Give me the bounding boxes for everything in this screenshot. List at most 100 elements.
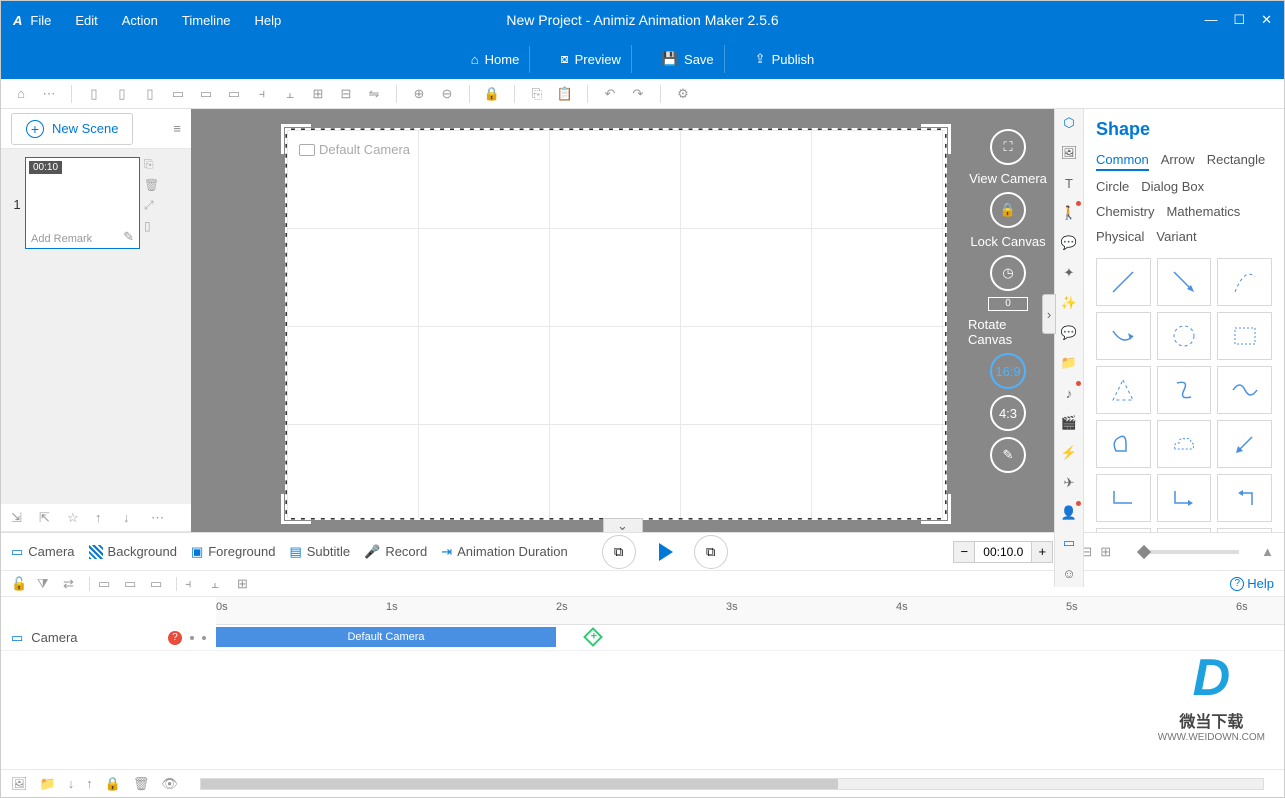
plane-tool-icon[interactable]: ✈ — [1059, 473, 1079, 493]
shape-curve-arrow2[interactable] — [1217, 528, 1272, 532]
magic-tool-icon[interactable]: ✨ — [1059, 293, 1079, 313]
shape-wave[interactable] — [1217, 366, 1272, 414]
tl-icon2[interactable]: ⊞ — [1100, 544, 1111, 560]
shape-tool-icon[interactable]: ⬡ — [1059, 113, 1079, 133]
shape-turn-arrow[interactable] — [1217, 474, 1272, 522]
dist-h-icon[interactable]: ⫞ — [252, 84, 272, 104]
background-prop[interactable]: Background — [89, 544, 177, 559]
lock-canvas-button[interactable]: 🔒 — [990, 192, 1026, 228]
tab-chemistry[interactable]: Chemistry — [1096, 204, 1155, 221]
flash-tool-icon[interactable]: ⚡ — [1059, 443, 1079, 463]
scene-options-icon[interactable]: ≡ — [173, 121, 181, 136]
image-tool-icon[interactable]: 🖼 — [1059, 143, 1079, 163]
new-scene-button[interactable]: +New Scene — [11, 113, 133, 145]
expand-scene-icon[interactable]: ⤢ — [144, 198, 162, 213]
tl-link-icon[interactable]: ⇄ — [63, 576, 81, 592]
shape-curve1[interactable] — [1096, 528, 1151, 532]
star-icon[interactable]: ☆ — [67, 510, 85, 526]
align-middle-icon[interactable]: ▭ — [196, 84, 216, 104]
lock-icon[interactable]: 🔒 — [482, 84, 502, 104]
zoom-in-icon[interactable]: ⊕ — [409, 84, 429, 104]
up-icon[interactable]: ↑ — [95, 510, 113, 525]
callout-tool-icon[interactable]: 💬 — [1059, 233, 1079, 253]
align-right-icon[interactable]: ▯ — [140, 84, 160, 104]
tl-dist3-icon[interactable]: ⊞ — [237, 576, 255, 592]
minimize-button[interactable]: ― — [1204, 12, 1217, 28]
music-tool-icon[interactable]: ♪ — [1059, 383, 1079, 403]
preview-button[interactable]: ⧇ Preview — [550, 45, 632, 73]
shape-step-down[interactable] — [1096, 474, 1151, 522]
warning-icon[interactable]: ? — [168, 631, 182, 645]
time-display[interactable]: 00:10.0 — [975, 541, 1031, 563]
tl-dist2-icon[interactable]: ⫠ — [211, 576, 229, 592]
zoom-max-icon[interactable]: ▲ — [1261, 544, 1274, 559]
tab-common[interactable]: Common — [1096, 152, 1149, 171]
tl-align3-icon[interactable]: ▭ — [150, 576, 168, 592]
play-button[interactable] — [646, 533, 684, 571]
chevron-down-icon[interactable]: ⌄ — [603, 518, 643, 532]
tab-variant[interactable]: Variant — [1156, 229, 1196, 246]
tl-align2-icon[interactable]: ▭ — [124, 576, 142, 592]
pencil-icon[interactable]: ✎ — [123, 229, 134, 245]
shape-dashed-triangle[interactable] — [1096, 366, 1151, 414]
menu-action[interactable]: Action — [122, 13, 158, 28]
export-icon[interactable]: ⇲ — [11, 510, 29, 526]
shape-dashed-rect[interactable] — [1217, 312, 1272, 360]
align-top-icon[interactable]: ▭ — [168, 84, 188, 104]
next-frame-button[interactable]: ⧉ — [694, 535, 728, 569]
more-scene-icon[interactable]: ▯ — [144, 219, 162, 233]
shape-curve2[interactable] — [1157, 528, 1212, 532]
shape-blob[interactable] — [1096, 420, 1151, 468]
delete-scene-icon[interactable]: 🗑 — [144, 178, 162, 192]
horizontal-scrollbar[interactable] — [200, 778, 1264, 790]
copy-icon[interactable]: ⎘ — [527, 84, 547, 104]
view-camera-button[interactable]: ⛶ — [990, 129, 1026, 165]
add-keyframe-icon[interactable] — [583, 627, 603, 647]
menu-help[interactable]: Help — [255, 13, 282, 28]
paste-icon[interactable]: 📋 — [555, 84, 575, 104]
help-link[interactable]: ?Help — [1230, 576, 1274, 591]
bb-lock-icon[interactable]: 🔒 — [105, 776, 121, 792]
menu-timeline[interactable]: Timeline — [182, 13, 231, 28]
tl-filter-icon[interactable]: ⧩ — [37, 576, 55, 592]
home-button[interactable]: ⌂ Home — [461, 46, 531, 73]
shape-dashed-arc[interactable] — [1217, 258, 1272, 306]
tab-physical[interactable]: Physical — [1096, 229, 1144, 246]
duration-prop[interactable]: ⇥Animation Duration — [441, 544, 567, 560]
time-plus-button[interactable]: + — [1031, 541, 1053, 563]
aspect-43-button[interactable]: 4:3 — [990, 395, 1026, 431]
foreground-prop[interactable]: ▣Foreground — [191, 544, 276, 560]
shape-diag-arrow[interactable] — [1217, 420, 1272, 468]
time-minus-button[interactable]: − — [953, 541, 975, 563]
person-tool-icon[interactable]: 👤 — [1059, 503, 1079, 523]
close-button[interactable]: ✕ — [1261, 12, 1272, 28]
tab-rectangle[interactable]: Rectangle — [1207, 152, 1266, 171]
shape-scribble[interactable] — [1157, 366, 1212, 414]
bb-trash-icon[interactable]: 🗑 — [133, 776, 150, 792]
camera-clip[interactable]: Default Camera — [216, 627, 556, 647]
aspect-169-button[interactable]: 16:9 — [990, 353, 1026, 389]
canvas-stage[interactable]: Default Camera — [286, 129, 946, 519]
align-center-icon[interactable]: ▯ — [112, 84, 132, 104]
settings-icon[interactable]: ⚙ — [673, 84, 693, 104]
align-left-icon[interactable]: ▯ — [84, 84, 104, 104]
home-icon[interactable]: ⌂ — [11, 84, 31, 104]
expand-panel-icon[interactable]: › — [1042, 294, 1056, 334]
shape-line[interactable] — [1096, 258, 1151, 306]
shape-cloud[interactable] — [1157, 420, 1212, 468]
timeline-ruler[interactable]: 0s 1s 2s 3s 4s 5s 6s — [216, 597, 1284, 625]
shape-step-arrow[interactable] — [1157, 474, 1212, 522]
menu-file[interactable]: File — [30, 13, 51, 28]
record-prop[interactable]: 🎤Record — [364, 544, 427, 560]
edit-canvas-button[interactable]: ✎ — [990, 437, 1026, 473]
smile-tool-icon[interactable]: ☺ — [1059, 563, 1079, 583]
effect-tool-icon[interactable]: ✦ — [1059, 263, 1079, 283]
bb-up-icon[interactable]: ↑ — [86, 776, 93, 791]
shape-arrow-line[interactable] — [1157, 258, 1212, 306]
publish-button[interactable]: ⇪ Publish — [745, 45, 825, 73]
bb-image-icon[interactable]: 🖼 — [11, 776, 28, 792]
tab-math[interactable]: Mathematics — [1167, 204, 1241, 221]
chat-tool-icon[interactable]: 💬 — [1059, 323, 1079, 343]
tl-lock-icon[interactable]: 🔓 — [11, 576, 29, 592]
flip-h-icon[interactable]: ⇋ — [364, 84, 384, 104]
